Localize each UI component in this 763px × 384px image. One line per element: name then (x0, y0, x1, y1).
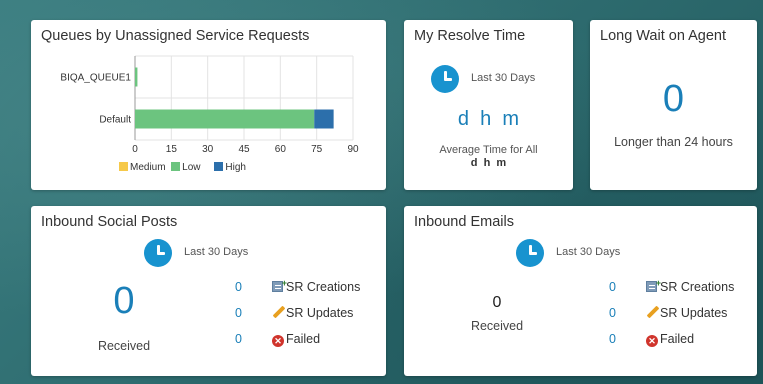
social-sr-creations[interactable]: + SR Creations (272, 279, 361, 294)
emails-card-title: Inbound Emails (414, 214, 514, 230)
failed-icon: ✕ (272, 335, 284, 347)
social-sr-updates-count[interactable]: 0 (235, 306, 242, 320)
resolve-time-value: d h m (457, 108, 520, 130)
social-sr-creations-count[interactable]: 0 (235, 280, 242, 294)
x-tick-label: 90 (347, 144, 359, 155)
resolve-card-title: My Resolve Time (414, 28, 526, 44)
social-sr-updates-label: SR Updates (286, 306, 354, 320)
x-tick-label: 45 (238, 144, 250, 155)
longwait-card-title: Long Wait on Agent (600, 28, 727, 44)
queues-bar-chart[interactable]: 0 15 30 45 60 75 90 BIQA_QUEUE1 Default (31, 20, 386, 170)
legend-high-label: High (225, 162, 246, 173)
long-wait-count: 0 (662, 78, 685, 120)
x-tick-label: 15 (166, 144, 178, 155)
failed-icon: ✕ (646, 335, 658, 347)
clock-icon (516, 239, 544, 267)
legend-medium: Medium (119, 162, 166, 173)
legend-high: High (214, 162, 246, 173)
emails-failed[interactable]: ✕ Failed (646, 332, 694, 347)
social-failed-count[interactable]: 0 (235, 332, 242, 346)
social-received-count: 0 (113, 280, 135, 322)
emails-failed-label: Failed (660, 332, 695, 346)
bar-high (314, 109, 334, 129)
legend-medium-swatch (119, 162, 128, 171)
x-tick-label: 60 (275, 144, 287, 155)
sr-creation-icon: + (646, 279, 661, 293)
long-wait-card[interactable]: Long Wait on Agent 0 Longer than 24 hour… (590, 20, 757, 190)
emails-period: Last 30 Days (556, 246, 621, 258)
queues-card[interactable]: Queues by Unassigned Service Requests 01… (31, 20, 386, 190)
legend-high-swatch (214, 162, 224, 171)
legend-low-swatch (171, 162, 181, 171)
bar-low (135, 67, 138, 87)
long-wait-subtitle: Longer than 24 hours (614, 135, 733, 149)
social-sr-updates[interactable]: SR Updates (272, 306, 353, 320)
legend-low: Low (171, 162, 201, 173)
social-failed[interactable]: ✕ Failed (272, 332, 320, 347)
pencil-icon (272, 306, 285, 319)
clock-icon (431, 65, 459, 93)
social-sr-creations-label: SR Creations (286, 280, 361, 294)
emails-sr-updates-label: SR Updates (660, 306, 728, 320)
category-label: BIQA_QUEUE1 (60, 73, 131, 84)
inbound-social-posts-card[interactable]: Inbound Social Posts Last 30 Days 0 Rece… (31, 206, 386, 376)
average-time-value: d h m (470, 157, 507, 169)
emails-sr-creations[interactable]: + SR Creations (646, 279, 735, 294)
social-period: Last 30 Days (184, 246, 249, 258)
social-received-label: Received (97, 339, 151, 353)
emails-sr-creations-label: SR Creations (660, 280, 735, 294)
inbound-emails-card[interactable]: Inbound Emails Last 30 Days 0 Received 0… (404, 206, 757, 376)
sr-creation-icon: + (272, 279, 287, 293)
average-time-label: Average Time for All (439, 144, 538, 156)
emails-sr-creations-count[interactable]: 0 (609, 280, 616, 294)
x-tick-label: 0 (132, 144, 138, 155)
emails-received-count: 0 (492, 294, 502, 311)
social-card-title: Inbound Social Posts (41, 214, 178, 230)
clock-icon (144, 239, 172, 267)
emails-sr-updates-count[interactable]: 0 (609, 306, 616, 320)
emails-received-label: Received (470, 319, 524, 333)
x-tick-label: 75 (311, 144, 323, 155)
resolve-period: Last 30 Days (471, 72, 536, 84)
social-failed-label: Failed (286, 332, 321, 346)
category-label: Default (99, 115, 131, 126)
emails-failed-count[interactable]: 0 (609, 332, 616, 346)
x-tick-label: 30 (202, 144, 214, 155)
emails-sr-updates[interactable]: SR Updates (646, 306, 727, 320)
pencil-icon (646, 306, 659, 319)
bar-low (135, 109, 315, 129)
legend-medium-label: Medium (130, 162, 166, 173)
chart-legend: Medium Low High (119, 162, 246, 173)
legend-low-label: Low (182, 162, 201, 173)
resolve-time-card[interactable]: My Resolve Time Last 30 Days d h m Avera… (404, 20, 573, 190)
